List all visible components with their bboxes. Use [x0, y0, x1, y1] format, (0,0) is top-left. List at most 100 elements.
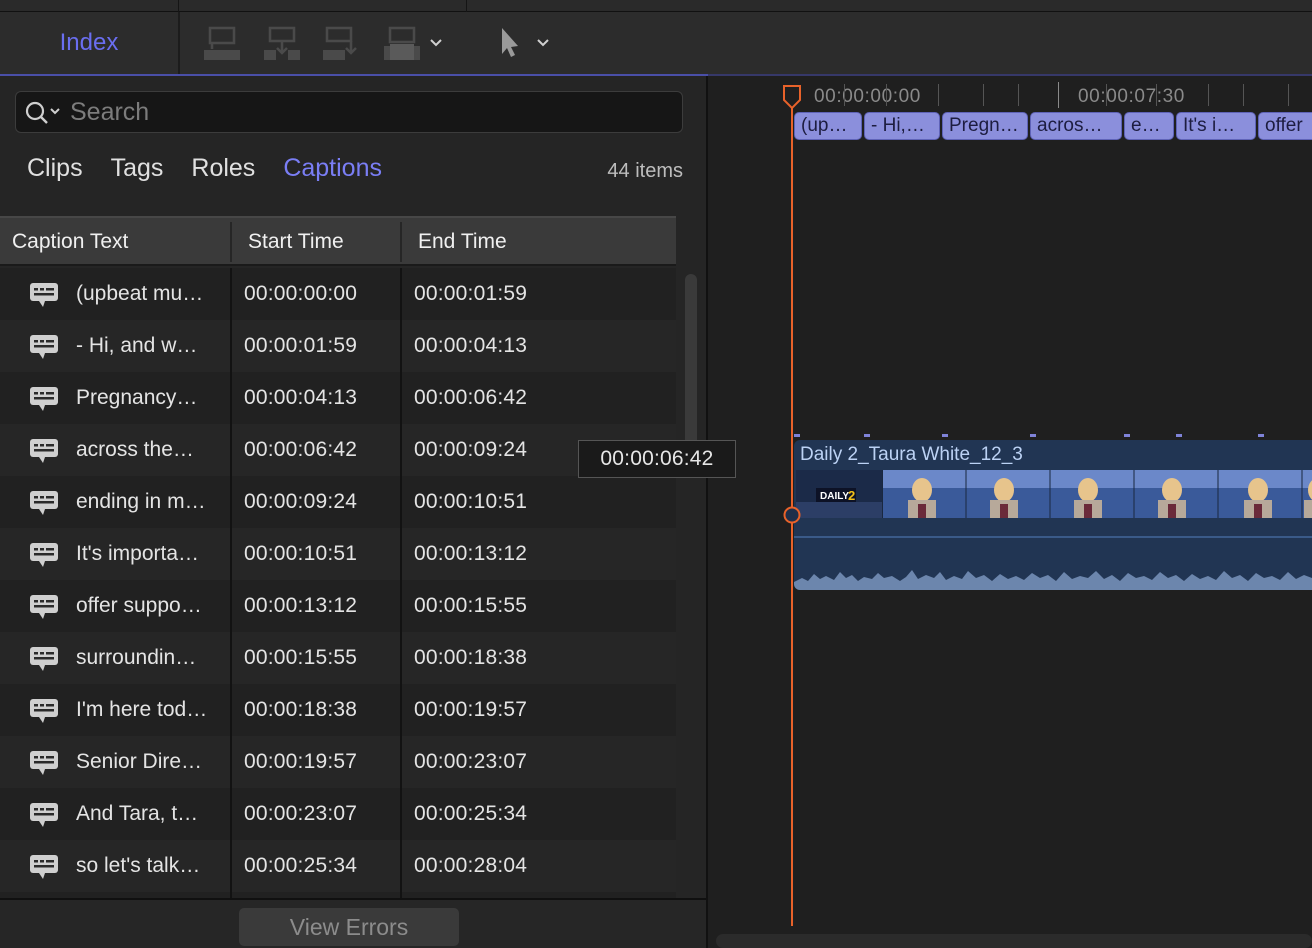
table-row[interactable]: And Tara, t… 00:00:23:07 00:00:25:34	[0, 788, 676, 840]
table-row[interactable]: Pregnancy… 00:00:04:13 00:00:06:42	[0, 372, 676, 424]
search-field[interactable]	[15, 91, 683, 133]
end-time-cell: 00:00:01:59	[414, 282, 528, 305]
timeline-scrollbar[interactable]	[716, 934, 1312, 948]
table-row[interactable]: so let's talk… 00:00:25:34 00:00:28:04	[0, 840, 676, 892]
ruler-tick	[1243, 84, 1244, 106]
start-time-cell: 00:00:13:12	[244, 594, 358, 617]
view-errors-button[interactable]: View Errors	[239, 908, 459, 946]
table-row[interactable]: (upbeat mu… 00:00:00:00 00:00:01:59	[0, 268, 676, 320]
start-time-cell: 00:00:25:34	[244, 854, 358, 877]
audio-waveform	[794, 570, 1312, 590]
ruler-tick	[938, 84, 939, 106]
ruler-tick	[983, 84, 984, 106]
table-row[interactable]: It's importa… 00:00:10:51 00:00:13:12	[0, 528, 676, 580]
tab-clips[interactable]: Clips	[27, 154, 83, 184]
ruler-tick	[1208, 84, 1209, 106]
audio-divider	[794, 536, 1312, 538]
caption-text-cell: (upbeat mu…	[76, 282, 204, 305]
caption-marker	[1124, 434, 1130, 437]
video-clip[interactable]: Daily 2_Taura White_12_3 DAILY 2	[794, 440, 1312, 590]
end-time-cell: 00:00:15:55	[414, 594, 528, 617]
clip-thumbnail: DAILY 2	[796, 470, 882, 518]
start-time-cell: 00:00:00:00	[244, 282, 358, 305]
caption-clip[interactable]: Pregn…	[942, 112, 1028, 140]
caption-marker	[794, 434, 800, 437]
table-row[interactable]: across the… 00:00:06:42 00:00:09:24	[0, 424, 676, 476]
caption-marker	[942, 434, 948, 437]
caption-icon	[30, 803, 58, 827]
timeline-pane: 00:00:00:00 00:00:07:30 (up… - Hi,… Preg…	[708, 76, 1312, 948]
caption-icon	[30, 491, 58, 515]
ruler-tick	[1288, 84, 1289, 106]
caption-icon	[30, 699, 58, 723]
caption-marker	[1030, 434, 1036, 437]
caption-clip[interactable]: e…	[1124, 112, 1174, 140]
caption-text-cell: Pregnancy…	[76, 386, 198, 409]
caption-icon	[30, 595, 58, 619]
ruler-tick	[844, 84, 845, 106]
tab-roles[interactable]: Roles	[191, 154, 255, 184]
table-row[interactable]: - Hi, and w… 00:00:01:59 00:00:04:13	[0, 320, 676, 372]
window-top-strip	[0, 0, 1312, 12]
column-header-caption-text[interactable]: Caption Text	[0, 218, 232, 266]
index-button[interactable]: Index	[0, 12, 178, 74]
caption-marker	[864, 434, 870, 437]
chevron-down-icon[interactable]	[536, 36, 550, 50]
start-time-cell: 00:00:15:55	[244, 646, 358, 669]
svg-text:DAILY: DAILY	[820, 491, 849, 502]
column-header-label: Caption Text	[12, 230, 129, 253]
caption-text-cell: I'm here tod…	[76, 698, 208, 721]
table-row[interactable]: surroundin… 00:00:15:55 00:00:18:38	[0, 632, 676, 684]
ruler-tick	[1106, 84, 1107, 106]
toolbar: Index	[0, 12, 1312, 76]
start-time-cell: 00:00:01:59	[244, 334, 358, 357]
caption-text-cell: And Tara, t…	[76, 802, 199, 825]
caption-icon	[30, 283, 58, 307]
chevron-down-icon[interactable]	[429, 36, 443, 50]
caption-clip[interactable]: - Hi,…	[864, 112, 940, 140]
caption-table: (upbeat mu… 00:00:00:00 00:00:01:59 - Hi…	[0, 268, 676, 898]
table-scrollbar[interactable]	[684, 274, 698, 898]
caption-clip[interactable]: offer	[1258, 112, 1312, 140]
column-divider	[230, 268, 232, 898]
search-input[interactable]	[70, 96, 670, 128]
start-time-cell: 00:00:09:24	[244, 490, 358, 513]
table-row[interactable]: Senior Dire… 00:00:19:57 00:00:23:07	[0, 736, 676, 788]
table-header: Caption Text Start Time End Time	[0, 216, 676, 266]
caption-marker	[1176, 434, 1182, 437]
table-row[interactable]: I'm here tod… 00:00:18:38 00:00:19:57	[0, 684, 676, 736]
caption-clip[interactable]: It's i…	[1176, 112, 1256, 140]
caption-text-cell: across the…	[76, 438, 194, 461]
insert-clip-icon[interactable]	[262, 24, 302, 62]
column-header-end-time[interactable]: End Time	[402, 218, 676, 266]
column-header-start-time[interactable]: Start Time	[232, 218, 402, 266]
playhead-handle-icon[interactable]	[782, 84, 802, 110]
ruler-tick	[1018, 84, 1019, 106]
caption-clip[interactable]: (up…	[794, 112, 862, 140]
timeline-index-panel: Clips Tags Roles Captions 44 items Capti…	[0, 76, 706, 948]
search-icon[interactable]	[24, 100, 62, 126]
caption-text-cell: Senior Dire…	[76, 750, 203, 773]
caption-text-cell: surroundin…	[76, 646, 197, 669]
ruler-timecode: 00:00:00:00	[814, 86, 921, 107]
table-row[interactable]: offer suppo… 00:00:13:12 00:00:15:55	[0, 580, 676, 632]
ruler-tick	[1058, 82, 1059, 108]
column-divider	[400, 268, 402, 898]
tab-tags[interactable]: Tags	[111, 154, 164, 184]
table-row[interactable]: ending in m… 00:00:09:24 00:00:10:51	[0, 476, 676, 528]
start-time-cell: 00:00:18:38	[244, 698, 358, 721]
connect-clip-icon[interactable]	[202, 24, 242, 62]
tab-captions[interactable]: Captions	[283, 154, 382, 184]
append-clip-icon[interactable]	[321, 24, 361, 62]
select-tool-icon[interactable]	[494, 24, 524, 62]
caption-icon	[30, 543, 58, 567]
caption-icon	[30, 439, 58, 463]
index-footer: View Errors	[0, 898, 706, 948]
filmstrip: DAILY 2	[796, 470, 1312, 518]
end-time-cell: 00:00:13:12	[414, 542, 528, 565]
start-time-cell: 00:00:06:42	[244, 438, 358, 461]
end-time-cell: 00:00:18:38	[414, 646, 528, 669]
caption-clip[interactable]: acros…	[1030, 112, 1122, 140]
overwrite-clip-icon[interactable]	[382, 24, 422, 62]
video-clip-title: Daily 2_Taura White_12_3	[800, 444, 1023, 465]
